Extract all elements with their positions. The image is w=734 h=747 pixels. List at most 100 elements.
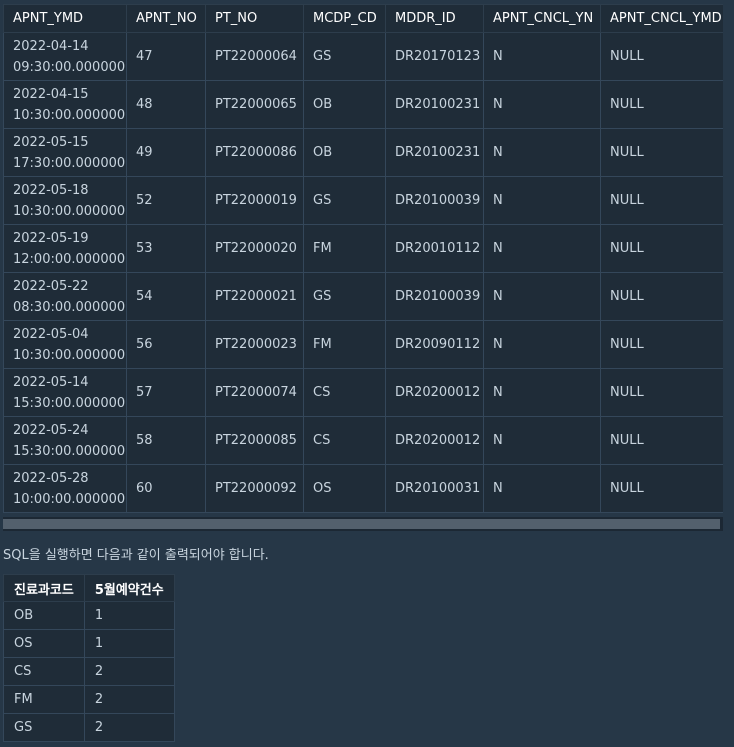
table-cell: 2022-05-19 12:00:00.000000 <box>3 224 127 273</box>
table-cell: NULL <box>600 320 723 369</box>
table-cell: PT22000019 <box>205 176 304 225</box>
table-cell: N <box>483 32 601 81</box>
table-cell: N <box>483 464 601 513</box>
appointment-date: 2022-04-15 <box>13 86 89 102</box>
appointment-time: 15:30:00.000000 <box>13 443 126 459</box>
table-cell: N <box>483 128 601 177</box>
table-cell: DR20100231 <box>385 80 484 129</box>
table-cell: DR20100231 <box>385 128 484 177</box>
appointment-time: 08:30:00.000000 <box>13 299 126 315</box>
table-row: 2022-05-28 10:00:00.000000 60 PT22000092 OS D… <box>3 464 723 513</box>
appointment-date: 2022-05-24 <box>13 422 89 438</box>
column-header: 5월예약건수 <box>83 574 175 602</box>
table-cell: PT22000023 <box>205 320 304 369</box>
table-cell: NULL <box>600 272 723 321</box>
table-cell: N <box>483 224 601 273</box>
column-header: APNT_NO <box>126 4 206 33</box>
appointment-time: 10:30:00.000000 <box>13 203 126 219</box>
table-cell: DR20100039 <box>385 272 484 321</box>
table-cell: PT22000086 <box>205 128 304 177</box>
table-cell: 2022-05-18 10:30:00.000000 <box>3 176 127 225</box>
table-cell: OB <box>303 80 386 129</box>
table-cell: FM <box>303 224 386 273</box>
table-cell: DR20100039 <box>385 176 484 225</box>
table-cell: 2022-05-22 08:30:00.000000 <box>3 272 127 321</box>
table-cell: GS <box>303 176 386 225</box>
table-cell: NULL <box>600 416 723 465</box>
result-cell: 2 <box>83 685 175 714</box>
result-body: OB 1 OS 1 CS 2 FM 2 GS 2 <box>3 601 175 742</box>
result-cell: GS <box>3 713 85 742</box>
table-cell: N <box>483 416 601 465</box>
table-cell: PT22000065 <box>205 80 304 129</box>
appointment-time: 12:00:00.000000 <box>13 251 126 267</box>
appointment-date: 2022-04-14 <box>13 38 89 54</box>
table-cell: 48 <box>126 80 206 129</box>
table-cell: 47 <box>126 32 206 81</box>
table-row: 2022-04-14 09:30:00.000000 47 PT22000064 GS D… <box>3 32 723 81</box>
table-row: 2022-04-15 10:30:00.000000 48 PT22000065 OB D… <box>3 80 723 129</box>
appointment-time: 10:30:00.000000 <box>13 347 126 363</box>
appointment-date: 2022-05-19 <box>13 230 89 246</box>
table-cell: CS <box>303 416 386 465</box>
table-cell: 60 <box>126 464 206 513</box>
appointment-time: 09:30:00.000000 <box>13 59 126 75</box>
table-cell: CS <box>303 368 386 417</box>
table-cell: NULL <box>600 224 723 273</box>
table-cell: 2022-04-15 10:30:00.000000 <box>3 80 127 129</box>
result-cell: FM <box>3 685 85 714</box>
result-row: OS 1 <box>3 629 175 658</box>
table-cell: 2022-05-14 15:30:00.000000 <box>3 368 127 417</box>
table-cell: PT22000020 <box>205 224 304 273</box>
table-cell: N <box>483 320 601 369</box>
scrollbar-thumb[interactable] <box>3 519 720 529</box>
result-cell: 1 <box>83 601 175 630</box>
appointment-time: 17:30:00.000000 <box>13 155 126 171</box>
table-row: 2022-05-19 12:00:00.000000 53 PT22000020 FM D… <box>3 224 723 273</box>
table-body: 2022-04-14 09:30:00.000000 47 PT22000064 GS D… <box>3 32 723 513</box>
appointment-time: 10:30:00.000000 <box>13 107 126 123</box>
page: APNT_YMD APNT_NO PT_NO MCDP_CD MDDR_ID A… <box>0 0 734 747</box>
appointment-date: 2022-05-18 <box>13 182 89 198</box>
appointment-table: APNT_YMD APNT_NO PT_NO MCDP_CD MDDR_ID A… <box>3 4 723 513</box>
result-row: OB 1 <box>3 601 175 630</box>
appointment-time: 10:00:00.000000 <box>13 491 126 507</box>
table-cell: 53 <box>126 224 206 273</box>
table-cell: 56 <box>126 320 206 369</box>
horizontal-scrollbar[interactable] <box>3 517 723 531</box>
table-cell: DR20010112 <box>385 224 484 273</box>
appointment-date: 2022-05-15 <box>13 134 89 150</box>
table-cell: OB <box>303 128 386 177</box>
table-cell: GS <box>303 272 386 321</box>
table-row: 2022-05-15 17:30:00.000000 49 PT22000086 OB D… <box>3 128 723 177</box>
table-cell: PT22000074 <box>205 368 304 417</box>
table-cell: NULL <box>600 176 723 225</box>
table-cell: GS <box>303 32 386 81</box>
result-cell: 2 <box>83 713 175 742</box>
table-cell: PT22000092 <box>205 464 304 513</box>
table-cell: PT22000064 <box>205 32 304 81</box>
column-header: APNT_CNCL_YMD <box>600 4 723 33</box>
column-header: MCDP_CD <box>303 4 386 33</box>
table-cell: 2022-05-28 10:00:00.000000 <box>3 464 127 513</box>
table-cell: NULL <box>600 464 723 513</box>
main-table-container[interactable]: APNT_YMD APNT_NO PT_NO MCDP_CD MDDR_ID A… <box>3 4 723 513</box>
table-cell: DR20100031 <box>385 464 484 513</box>
description-text: SQL을 실행하면 다음과 같이 출력되어야 합니다. <box>3 548 269 563</box>
result-row: FM 2 <box>3 685 175 714</box>
result-cell: CS <box>3 657 85 686</box>
column-header: APNT_CNCL_YN <box>483 4 601 33</box>
appointment-date: 2022-05-04 <box>13 326 89 342</box>
table-cell: NULL <box>600 80 723 129</box>
table-cell: 2022-05-15 17:30:00.000000 <box>3 128 127 177</box>
table-cell: 54 <box>126 272 206 321</box>
table-cell: 49 <box>126 128 206 177</box>
table-cell: N <box>483 368 601 417</box>
appointment-date: 2022-05-22 <box>13 278 89 294</box>
column-header: 진료과코드 <box>3 574 85 602</box>
table-row: 2022-05-14 15:30:00.000000 57 PT22000074 CS D… <box>3 368 723 417</box>
table-cell: FM <box>303 320 386 369</box>
table-cell: 58 <box>126 416 206 465</box>
table-row: 2022-05-18 10:30:00.000000 52 PT22000019 GS D… <box>3 176 723 225</box>
table-cell: PT22000085 <box>205 416 304 465</box>
